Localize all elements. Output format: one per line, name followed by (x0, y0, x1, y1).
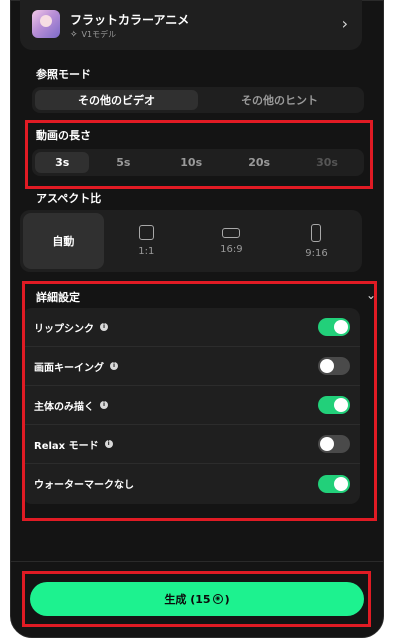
aspect-auto-label: 自動 (52, 235, 75, 248)
footer-divider (10, 561, 384, 562)
landscape-ratio-icon (222, 227, 241, 238)
duration-selector: 3s 5s 10s 20s 30s (32, 149, 364, 176)
no-watermark-label: ウォーターマークなし (34, 480, 134, 491)
toggle-knob (334, 320, 348, 334)
toggle-row-subject-only: 主体のみ描く i (22, 386, 360, 425)
model-selector[interactable]: フラットカラーアニメ ✧ V1モデル › (20, 0, 362, 50)
toggle-row-screen-keying: 画面キーイング i (22, 347, 360, 386)
sparkle-icon: ✧ (70, 29, 78, 40)
aspect-9-16-label: 9:16 (305, 247, 328, 259)
reference-option-video[interactable]: その他のビデオ (35, 90, 198, 110)
aspect-option-1-1[interactable]: 1:1 (104, 213, 189, 269)
reference-mode-label: 参照モード (36, 68, 91, 81)
portrait-ratio-icon (311, 223, 322, 242)
toggle-knob (320, 359, 334, 373)
toggle-knob (334, 476, 348, 491)
toggle-row-no-watermark: ウォーターマークなし (22, 464, 360, 503)
toggle-knob (320, 437, 334, 451)
advanced-settings-label: 詳細設定 (36, 291, 80, 304)
generate-label-suffix: ) (224, 592, 230, 606)
relax-mode-label: Relax モード (34, 440, 99, 452)
lipsync-label: リップシンク (34, 323, 94, 335)
duration-option-20s[interactable]: 20s (225, 152, 293, 173)
aspect-ratio-selector: 自動 1:1 16:9 9:16 (20, 210, 362, 272)
duration-option-30s[interactable]: 30s (293, 152, 361, 173)
credit-coin-icon: ◉ (212, 594, 223, 604)
duration-option-5s[interactable]: 5s (89, 152, 157, 173)
toggle-row-relax-mode: Relax モード i (22, 425, 360, 464)
screen-keying-toggle[interactable] (318, 357, 350, 375)
aspect-option-auto[interactable]: 自動 (23, 213, 104, 269)
toggle-knob (334, 398, 348, 412)
no-watermark-toggle[interactable] (318, 474, 350, 493)
reference-mode-selector: その他のビデオ その他のヒント (32, 87, 364, 113)
aspect-ratio-label: アスペクト比 (36, 192, 102, 205)
info-icon[interactable]: i (110, 362, 118, 370)
info-icon[interactable]: i (100, 323, 108, 331)
aspect-option-9-16[interactable]: 9:16 (274, 213, 359, 269)
toggle-row-lipsync: リップシンク i (22, 308, 360, 347)
advanced-settings-list: リップシンク i 画面キーイング i 主体のみ描く i Relax モード i … (22, 308, 360, 504)
chevron-right-icon[interactable]: › (342, 14, 348, 33)
aspect-16-9-label: 16:9 (220, 243, 243, 255)
duration-label: 動画の長さ (36, 129, 91, 142)
info-icon[interactable]: i (100, 401, 108, 409)
square-ratio-icon (138, 225, 154, 240)
model-version-label: V1モデル (81, 30, 117, 39)
aspect-1-1-label: 1:1 (138, 246, 155, 257)
lipsync-toggle[interactable] (318, 318, 350, 336)
subject-only-toggle[interactable] (318, 396, 350, 414)
subject-only-label: 主体のみ描く (34, 401, 94, 413)
info-icon[interactable]: i (104, 440, 113, 448)
model-version: ✧ V1モデル (70, 29, 116, 40)
duration-option-10s[interactable]: 10s (157, 152, 225, 173)
reference-option-hint[interactable]: その他のヒント (198, 90, 361, 110)
chevron-down-icon[interactable]: ⌄ (366, 288, 376, 302)
aspect-option-16-9[interactable]: 16:9 (189, 213, 274, 269)
generate-button[interactable]: 生成 (15 ◉ ) (30, 582, 364, 616)
generate-label: 生成 (15 (164, 593, 211, 606)
model-name: フラットカラーアニメ (70, 13, 190, 27)
duration-option-3s[interactable]: 3s (35, 152, 90, 173)
model-thumbnail (32, 10, 60, 38)
relax-mode-toggle[interactable] (318, 435, 350, 453)
screen-keying-label: 画面キーイング (34, 362, 104, 374)
